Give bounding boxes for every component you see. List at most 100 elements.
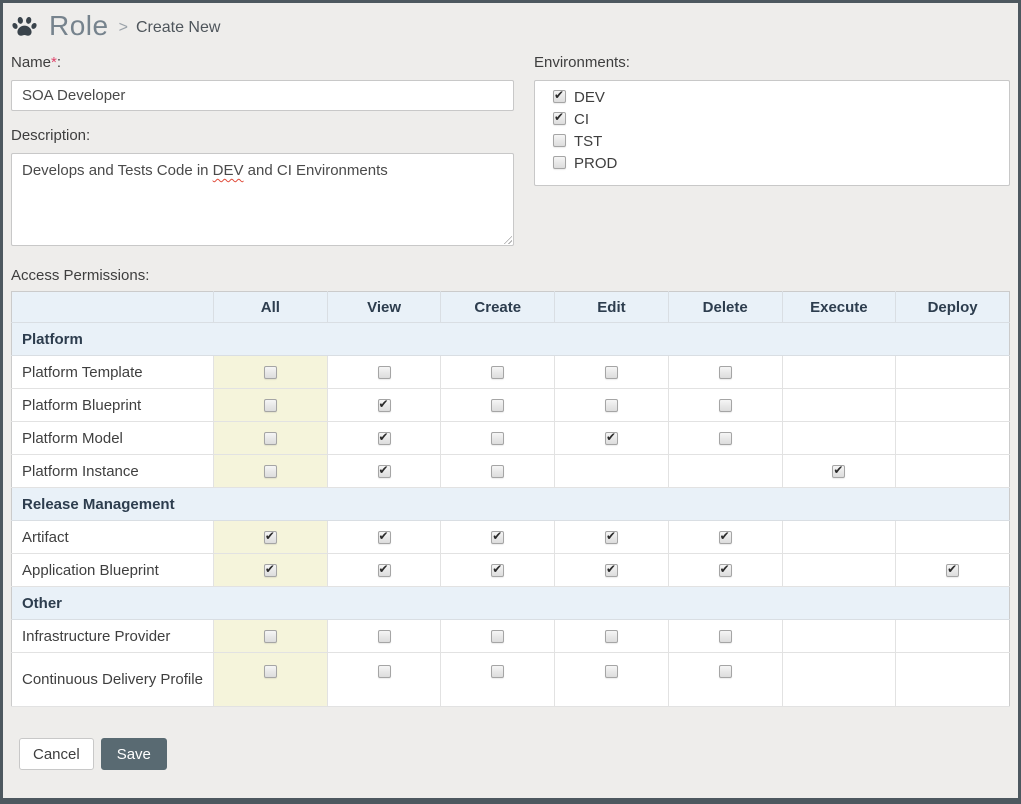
group-label: Release Management bbox=[12, 488, 1010, 521]
column-header-delete: Delete bbox=[668, 292, 782, 323]
permission-cell-execute bbox=[782, 554, 896, 587]
permission-cell-execute bbox=[782, 455, 896, 488]
permission-cell-delete bbox=[668, 620, 782, 653]
checkbox[interactable] bbox=[264, 665, 277, 678]
name-input[interactable] bbox=[11, 80, 514, 111]
group-row-release-management: Release Management bbox=[12, 488, 1010, 521]
checkbox[interactable] bbox=[491, 564, 504, 577]
checkbox[interactable] bbox=[605, 665, 618, 678]
checkbox[interactable] bbox=[378, 665, 391, 678]
checkbox[interactable] bbox=[719, 531, 732, 544]
permission-cell-execute bbox=[782, 521, 896, 554]
checkbox[interactable] bbox=[832, 465, 845, 478]
checkbox[interactable] bbox=[264, 531, 277, 544]
group-label: Other bbox=[12, 587, 1010, 620]
checkbox[interactable] bbox=[719, 432, 732, 445]
checkbox[interactable] bbox=[378, 564, 391, 577]
name-label-text: Name bbox=[11, 54, 51, 71]
table-row: Continuous Delivery Profile bbox=[12, 653, 1010, 707]
checkbox[interactable] bbox=[264, 465, 277, 478]
checkbox[interactable] bbox=[491, 432, 504, 445]
permission-cell-deploy bbox=[896, 521, 1010, 554]
checkbox[interactable] bbox=[719, 564, 732, 577]
role-create-page: Role > Create New Name*: Description: De… bbox=[0, 0, 1021, 804]
description-text-after: and CI Environments bbox=[244, 162, 388, 179]
permission-cell-all bbox=[214, 521, 328, 554]
checkbox[interactable] bbox=[719, 630, 732, 643]
permission-cell-view bbox=[327, 620, 441, 653]
checkbox[interactable] bbox=[719, 366, 732, 379]
checkbox[interactable] bbox=[378, 366, 391, 379]
permission-cell-all bbox=[214, 653, 328, 707]
column-header-deploy: Deploy bbox=[896, 292, 1010, 323]
permission-cell-deploy bbox=[896, 653, 1010, 707]
permission-cell-execute bbox=[782, 356, 896, 389]
checkbox[interactable] bbox=[605, 432, 618, 445]
permission-cell-create bbox=[441, 521, 555, 554]
checkbox[interactable] bbox=[491, 399, 504, 412]
permission-cell-all bbox=[214, 620, 328, 653]
checkbox[interactable] bbox=[553, 90, 566, 103]
checkbox[interactable] bbox=[719, 399, 732, 412]
permission-row-label: Platform Model bbox=[12, 422, 214, 455]
checkbox[interactable] bbox=[605, 366, 618, 379]
permission-cell-edit bbox=[555, 620, 669, 653]
checkbox[interactable] bbox=[491, 531, 504, 544]
env-checkbox-slot[interactable] bbox=[553, 110, 566, 128]
checkbox[interactable] bbox=[378, 465, 391, 478]
column-header-edit: Edit bbox=[555, 292, 669, 323]
env-checkbox-slot[interactable] bbox=[553, 154, 566, 172]
checkbox[interactable] bbox=[605, 399, 618, 412]
paw-icon bbox=[11, 15, 38, 40]
permissions-header-row: All View Create Edit Delete Execute Depl… bbox=[12, 292, 1010, 323]
checkbox[interactable] bbox=[378, 432, 391, 445]
checkbox[interactable] bbox=[553, 112, 566, 125]
permission-row-label: Continuous Delivery Profile bbox=[12, 653, 214, 707]
checkbox[interactable] bbox=[553, 134, 566, 147]
env-checkbox-slot[interactable] bbox=[553, 132, 566, 150]
checkbox[interactable] bbox=[491, 630, 504, 643]
checkbox[interactable] bbox=[264, 630, 277, 643]
resize-handle-icon[interactable] bbox=[502, 234, 512, 244]
env-checkbox-slot[interactable] bbox=[553, 88, 566, 106]
permission-cell-delete bbox=[668, 653, 782, 707]
description-textarea[interactable]: Develops and Tests Code in DEV and CI En… bbox=[11, 153, 514, 246]
description-label: Description: bbox=[11, 127, 514, 144]
checkbox[interactable] bbox=[553, 156, 566, 169]
checkbox[interactable] bbox=[264, 564, 277, 577]
breadcrumb-separator: > bbox=[119, 19, 128, 37]
checkbox[interactable] bbox=[264, 366, 277, 379]
checkbox[interactable] bbox=[264, 399, 277, 412]
save-button[interactable]: Save bbox=[101, 738, 167, 770]
permission-row-label: Artifact bbox=[12, 521, 214, 554]
checkbox[interactable] bbox=[605, 531, 618, 544]
checkbox[interactable] bbox=[946, 564, 959, 577]
env-option-prod: PROD bbox=[553, 152, 1009, 174]
permission-row-label: Platform Blueprint bbox=[12, 389, 214, 422]
checkbox[interactable] bbox=[605, 630, 618, 643]
permission-cell-execute bbox=[782, 389, 896, 422]
cancel-button[interactable]: Cancel bbox=[19, 738, 94, 770]
checkbox[interactable] bbox=[491, 665, 504, 678]
description-misspelled-word: DEV bbox=[213, 162, 244, 179]
permission-cell-create bbox=[441, 389, 555, 422]
checkbox[interactable] bbox=[491, 465, 504, 478]
checkbox[interactable] bbox=[378, 531, 391, 544]
permission-cell-edit bbox=[555, 389, 669, 422]
breadcrumb-current: Create New bbox=[136, 19, 220, 37]
permission-cell-delete bbox=[668, 554, 782, 587]
column-header-create: Create bbox=[441, 292, 555, 323]
permission-cell-view bbox=[327, 521, 441, 554]
checkbox[interactable] bbox=[264, 432, 277, 445]
permission-cell-view bbox=[327, 455, 441, 488]
permission-cell-deploy bbox=[896, 554, 1010, 587]
checkbox[interactable] bbox=[378, 399, 391, 412]
checkbox[interactable] bbox=[491, 366, 504, 379]
permission-cell-delete bbox=[668, 356, 782, 389]
permission-cell-create bbox=[441, 422, 555, 455]
checkbox[interactable] bbox=[719, 665, 732, 678]
permission-cell-deploy bbox=[896, 455, 1010, 488]
checkbox[interactable] bbox=[605, 564, 618, 577]
checkbox[interactable] bbox=[378, 630, 391, 643]
permission-cell-deploy bbox=[896, 422, 1010, 455]
